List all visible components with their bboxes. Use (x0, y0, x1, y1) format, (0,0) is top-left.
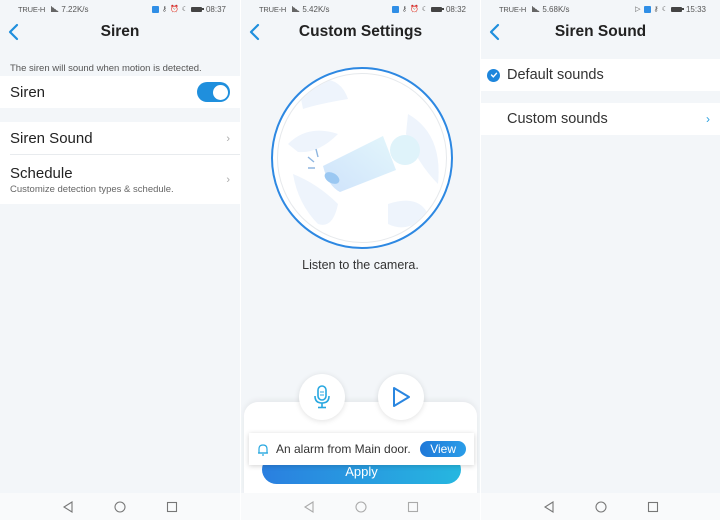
back-icon[interactable] (487, 22, 503, 42)
back-icon[interactable] (6, 22, 22, 42)
nav-bar: Siren (0, 18, 240, 46)
microphone-icon (314, 385, 330, 409)
siren-label: Siren (10, 83, 46, 101)
view-button[interactable]: View (420, 441, 466, 457)
carrier: TRUE-H (499, 4, 527, 14)
schedule-label: Schedule (10, 164, 73, 182)
bell-icon (258, 443, 268, 456)
net-speed: 7.22K/s (61, 4, 89, 14)
system-nav-bar (481, 493, 720, 520)
nav-back-icon[interactable] (540, 498, 558, 516)
default-sounds-option[interactable]: Default sounds (481, 59, 720, 91)
signal-icon (532, 5, 541, 12)
app-icon (391, 5, 399, 13)
status-bar: TRUE-H 7.22K/s ⚷ ⏰ ☾ 08:37 (0, 0, 240, 18)
default-sounds-label: Default sounds (507, 67, 604, 83)
nav-recents-icon[interactable] (404, 498, 422, 516)
listen-caption: Listen to the camera. (302, 258, 419, 272)
signal-icon (292, 5, 301, 12)
play-status-icon: ▷ (635, 6, 641, 13)
back-icon[interactable] (247, 22, 263, 42)
clock: 08:37 (205, 4, 226, 14)
nav-recents-icon[interactable] (163, 498, 181, 516)
nav-back-icon[interactable] (300, 498, 318, 516)
alarm-notification[interactable]: An alarm from Main door. View (249, 433, 474, 465)
app-icon (643, 5, 651, 13)
battery-icon (430, 6, 444, 12)
page-title: Siren (100, 23, 140, 40)
battery-icon (670, 6, 684, 12)
schedule-sublabel: Customize detection types & schedule. (10, 183, 174, 195)
net-speed: 5.68K/s (542, 4, 570, 14)
nav-bar: Siren Sound (481, 18, 720, 46)
nav-bar: Custom Settings (241, 18, 480, 46)
siren-toggle[interactable] (197, 82, 230, 102)
system-nav-bar (241, 493, 480, 520)
clock: 08:32 (445, 4, 466, 14)
custom-sounds-option[interactable]: Custom sounds › (481, 103, 720, 135)
siren-sound-screen: TRUE-H 5.68K/s ▷ ⚷ ☾ 15:33 Siren Sound Def… (480, 0, 720, 520)
status-bar: TRUE-H 5.68K/s ▷ ⚷ ☾ 15:33 (481, 0, 720, 18)
chevron-right-icon: › (226, 173, 230, 186)
alarm-icon: ⏰ (169, 6, 179, 13)
signal-icon (51, 5, 60, 12)
key-icon: ⚷ (653, 6, 659, 13)
clock: 15:33 (685, 4, 706, 14)
nav-home-icon[interactable] (111, 498, 129, 516)
page-title: Custom Settings (298, 23, 423, 40)
chevron-right-icon: › (226, 132, 230, 145)
siren-sound-label: Siren Sound (10, 130, 93, 147)
system-nav-bar (0, 493, 240, 520)
page-title: Siren Sound (554, 23, 647, 40)
nav-home-icon[interactable] (592, 498, 610, 516)
key-icon: ⚷ (161, 6, 167, 13)
microphone-button[interactable] (299, 374, 345, 420)
moon-icon: ☾ (181, 6, 188, 13)
app-icon (151, 5, 159, 13)
net-speed: 5.42K/s (302, 4, 330, 14)
custom-sounds-label: Custom sounds (507, 111, 608, 127)
toggle-knob (212, 84, 228, 100)
siren-row: Siren (0, 76, 240, 108)
camera-illustration-ring (271, 67, 453, 249)
notification-message: An alarm from Main door. (276, 442, 411, 456)
carrier: TRUE-H (18, 4, 46, 14)
check-icon (487, 68, 500, 82)
status-bar: TRUE-H 5.42K/s ⚷ ⏰ ☾ 08:32 (241, 0, 480, 18)
carrier: TRUE-H (259, 4, 287, 14)
moon-icon: ☾ (421, 6, 428, 13)
siren-sound-row[interactable]: Siren Sound › (0, 122, 240, 155)
screens: TRUE-H 7.22K/s ⚷ ⏰ ☾ 08:37 Siren The siren… (0, 0, 720, 520)
custom-settings-screen: TRUE-H 5.42K/s ⚷ ⏰ ☾ 08:32 Custom Settings (240, 0, 480, 520)
alarm-icon: ⏰ (409, 6, 419, 13)
nav-home-icon[interactable] (352, 498, 370, 516)
siren-hint: The siren will sound when motion is dete… (10, 63, 202, 74)
chevron-right-icon: › (706, 112, 710, 126)
key-icon: ⚷ (401, 6, 407, 13)
nav-back-icon[interactable] (59, 498, 77, 516)
camera-illustration (288, 79, 439, 228)
moon-icon: ☾ (661, 6, 668, 13)
play-button[interactable] (378, 374, 424, 420)
schedule-row[interactable]: Schedule Customize detection types & sch… (0, 155, 240, 204)
battery-icon (190, 6, 204, 12)
nav-recents-icon[interactable] (644, 498, 662, 516)
play-icon (393, 387, 410, 407)
siren-screen: TRUE-H 7.22K/s ⚷ ⏰ ☾ 08:37 Siren The siren… (0, 0, 240, 520)
